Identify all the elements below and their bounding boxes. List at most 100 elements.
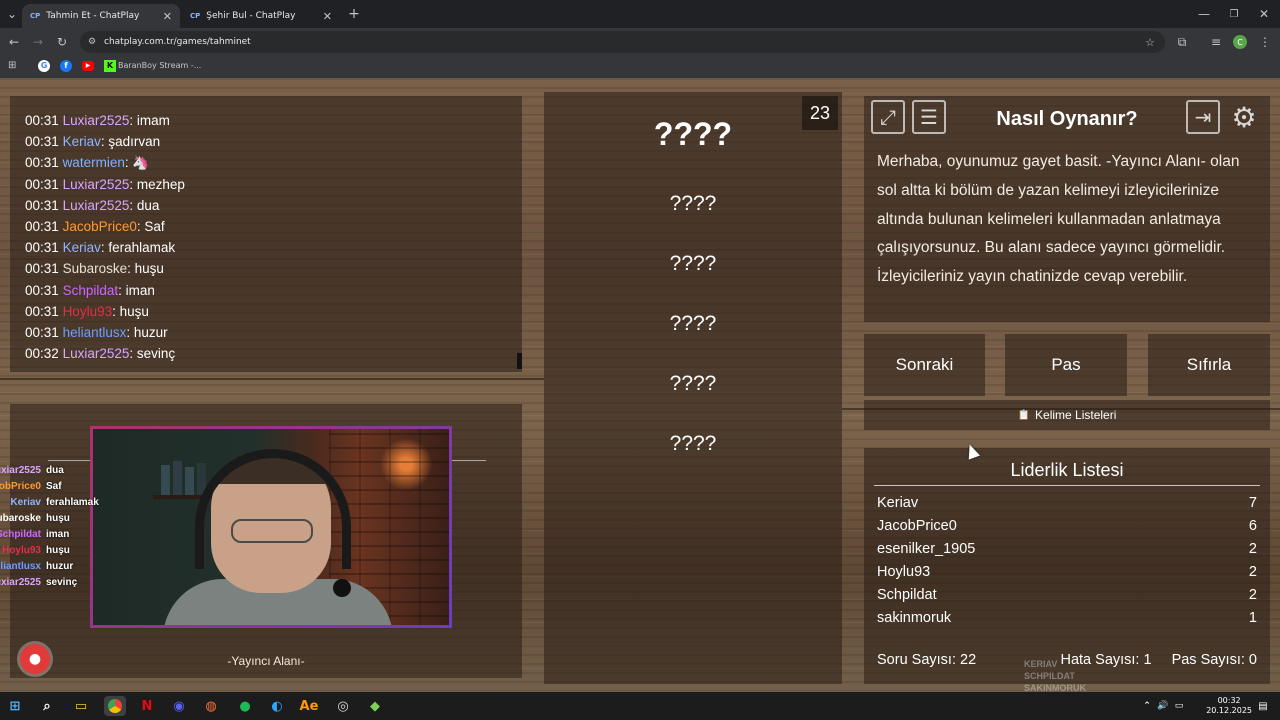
tab-tahmin-et[interactable]: CP Tahmin Et - ChatPlay ✕ [22,4,180,28]
chat-text: mezhep [136,176,185,192]
notification-icon[interactable]: ▤ [1252,696,1274,716]
record-icon[interactable]: ● [20,644,50,674]
overlay-username: Hoylu93 [2,545,41,556]
chat-text: 🦄 [132,155,150,171]
word-lists-button[interactable]: 📋 Kelime Listeleri [864,400,1270,430]
edge-icon[interactable]: ◐ [266,696,288,716]
minecraft-icon[interactable]: ◆ [364,696,386,716]
how-to-play-text: Merhaba, oyunumuz gayet basit. -Yayıncı … [877,153,1240,286]
overlay-chat-line: JacobPrice0 Saf [0,479,110,495]
clock-date: 20.12.2025 [1206,706,1252,715]
player-score: 2 [1248,541,1257,557]
clock-time: 00:32 [1217,696,1241,705]
player-name: esenilker_1905 [877,541,976,557]
apps-grid-icon[interactable]: ⊞ [8,60,16,71]
tab-sehir-bul[interactable]: CP Şehir Bul - ChatPlay ✕ [182,4,340,28]
close-tab-icon[interactable]: ✕ [163,10,172,23]
firefox-icon[interactable]: ◍ [200,696,222,716]
chat-scrollbar[interactable] [517,353,522,369]
follower-name: SCHPILDAT [1024,671,1075,681]
chat-messages: 00:31 Luxiar2525: imam 00:31 Keriav: şadı… [25,110,507,364]
url-text: chatplay.com.tr/games/tahminet [104,37,251,47]
notes-icon[interactable]: ☰ [912,100,946,134]
discord-icon[interactable]: ◉ [168,696,190,716]
leaderboard-row: Keriav 7 [877,495,1257,511]
chat-message: 00:31 JacobPrice0: Saf [25,219,165,235]
leaderboard-row: Hoylu93 2 [877,564,1257,580]
profile-avatar[interactable]: C [1233,35,1247,49]
fullscreen-icon[interactable]: ⤢ [871,100,905,134]
after-effects-icon[interactable]: Ae [298,696,320,716]
address-bar[interactable]: ⚙ chatplay.com.tr/games/tahminet ☆ [80,31,1165,53]
overlay-username: Luxiar2525 [0,465,41,476]
browser-menu-icon[interactable]: ⋮ [1258,34,1272,50]
windows-start-icon[interactable]: ⊞ [4,696,26,716]
chat-panel[interactable]: 00:31 Luxiar2525: imam 00:31 Keriav: şadı… [10,96,522,372]
facebook-icon[interactable]: f [60,60,72,72]
close-tab-icon[interactable]: ✕ [323,10,332,23]
player-name: JacobPrice0 [877,518,957,534]
overlay-username: heliantlusx [0,561,41,572]
tab-search-icon[interactable]: ⌄ [4,6,20,22]
file-explorer-icon[interactable]: ▭ [70,696,92,716]
chat-username: Subaroske [62,261,128,277]
kick-icon[interactable]: K [104,60,116,72]
overlay-text: huşu [46,513,70,524]
close-window-icon[interactable]: ✕ [1256,6,1272,22]
overlay-chat-line: heliantlusx huzur [0,559,110,575]
reading-list-icon[interactable]: ≡ [1208,34,1224,50]
obs-icon[interactable]: ◎ [332,696,354,716]
exit-icon[interactable]: ⇥ [1186,100,1220,134]
chat-time: 00:31 [25,197,59,213]
chat-message: 00:31 Keriav: ferahlamak [25,240,176,256]
error-count: Hata Sayısı: 1 [1060,652,1152,668]
site-info-icon[interactable]: ⚙ [88,37,96,47]
leaderboard-row: sakinmoruk 1 [877,610,1257,626]
chat-text: imam [136,113,170,128]
leaderboard-row: esenilker_1905 2 [877,541,1257,557]
minimize-icon[interactable]: — [1196,6,1212,22]
next-button[interactable]: Sonraki [864,334,985,396]
overlay-text: huzur [46,561,74,572]
player-score: 7 [1248,495,1257,511]
word-lists-label: Kelime Listeleri [1035,408,1117,422]
divider [452,460,486,461]
microphone [333,579,351,597]
chat-message: 00:31 Hoylu93: huşu [25,303,149,319]
chat-message: 00:31 Subaroske: huşu [25,261,164,277]
gear-icon[interactable]: ⚙ [1227,100,1261,134]
chrome-icon[interactable] [104,696,126,716]
google-icon[interactable]: G [38,60,50,72]
chat-text: ferahlamak [108,240,176,256]
spotify-icon[interactable]: ● [234,696,256,716]
how-to-play-title: Nasıl Oynanır? [996,108,1138,130]
reset-button[interactable]: Sıfırla [1148,334,1270,396]
network-icon[interactable]: ▭ [1168,696,1190,716]
chat-time: 00:31 [25,113,59,128]
overlay-username: Keriav [10,497,41,508]
restore-icon[interactable]: ❐ [1226,6,1242,22]
netflix-icon[interactable]: N [136,696,158,716]
pass-button[interactable]: Pas [1005,334,1127,396]
pass-count: Pas Sayısı: 0 [1171,652,1257,668]
question-count: Soru Sayısı: 22 [877,652,977,668]
forbidden-word: ???? [669,312,717,335]
chat-time: 00:31 [25,134,59,150]
youtube-icon[interactable]: ▶ [82,61,94,71]
new-tab-icon[interactable]: + [346,6,362,22]
bookmark-star-icon[interactable]: ☆ [1145,36,1155,49]
overlay-chat-line: Hoylu93 huşu [0,543,110,559]
chat-message: 00:31 Luxiar2525: mezhep [25,176,185,192]
chat-message: 00:31 Schpildat: iman [25,282,155,298]
bookmark-baranboy[interactable]: BaranBoy Stream -... [118,61,201,70]
reload-icon[interactable]: ↻ [54,34,70,50]
search-icon[interactable]: ⌕ [36,696,58,716]
extensions-icon[interactable]: ⧉ [1174,34,1190,50]
forward-icon[interactable]: → [30,34,46,50]
chat-text: huşu [119,303,149,319]
system-clock[interactable]: 00:32 20.12.2025 [1206,696,1252,716]
chat-time: 00:31 [25,325,59,341]
chat-time: 00:31 [25,303,59,319]
chat-time: 00:31 [25,176,59,192]
back-icon[interactable]: ← [6,34,22,50]
